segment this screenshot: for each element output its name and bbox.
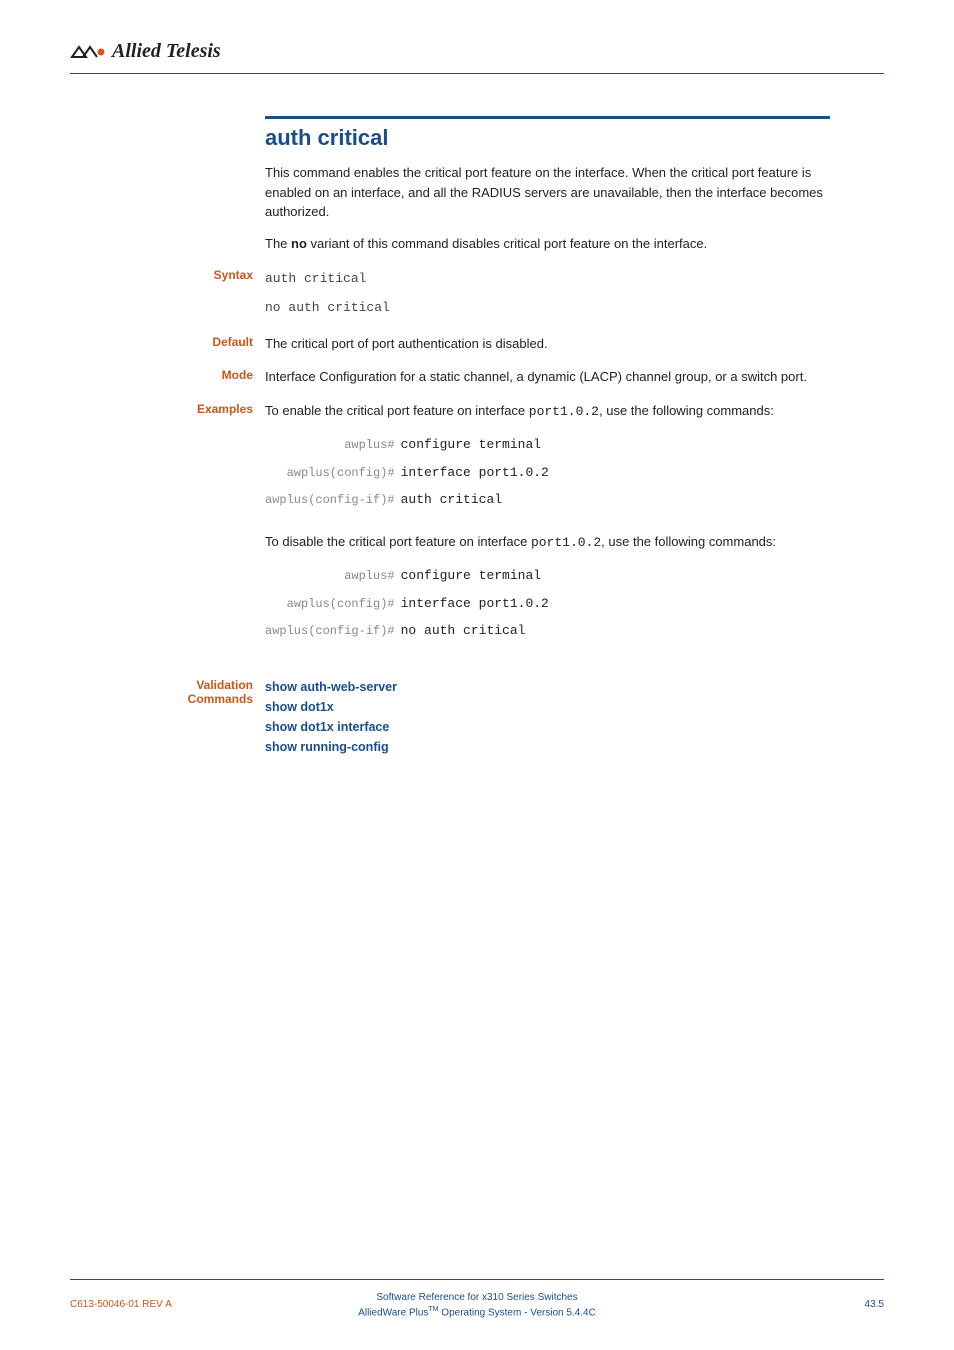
header-divider [70, 73, 884, 74]
intro-paragraph-1: This command enables the critical port f… [265, 163, 830, 222]
footer-page-number: 43.5 [734, 1299, 884, 1310]
footer-divider [70, 1279, 884, 1280]
link-show-dot1x[interactable]: show dot1x [265, 697, 830, 717]
example-intro-2: To disable the critical port feature on … [265, 532, 830, 553]
page-header: Allied Telesis [70, 40, 884, 63]
example-line: awplus(config-if)# no auth critical [265, 617, 549, 645]
section-divider [265, 116, 830, 119]
default-label: Default [70, 334, 265, 349]
intro-block: This command enables the critical port f… [70, 163, 884, 253]
syntax-line-2: no auth critical [265, 296, 830, 319]
brand-name: Allied Telesis [112, 40, 221, 63]
main-content: auth critical This command enables the c… [70, 116, 884, 757]
logo-icon [70, 43, 106, 61]
default-row: Default The critical port of port authen… [70, 334, 884, 354]
syntax-row: Syntax auth critical no auth critical [70, 267, 884, 320]
footer-ref-line: Software Reference for x310 Series Switc… [220, 1290, 734, 1305]
examples-row: Examples To enable the critical port fea… [70, 401, 884, 663]
example-line: awplus# configure terminal [265, 431, 549, 459]
syntax-line-1: auth critical [265, 267, 830, 290]
syntax-label: Syntax [70, 267, 265, 282]
footer-doc-id: C613-50046-01 REV A [70, 1299, 220, 1310]
validation-row: Validation Commands show auth-web-server… [70, 677, 884, 757]
footer-version-line: AlliedWare PlusTM Operating System - Ver… [220, 1305, 734, 1320]
page-footer: C613-50046-01 REV A Software Reference f… [70, 1279, 884, 1320]
example-line: awplus# configure terminal [265, 562, 549, 590]
example-intro-1: To enable the critical port feature on i… [265, 401, 830, 422]
examples-label: Examples [70, 401, 265, 416]
example-block-2: awplus# configure terminal awplus(config… [265, 562, 549, 645]
mode-text: Interface Configuration for a static cha… [265, 367, 830, 387]
mode-row: Mode Interface Configuration for a stati… [70, 367, 884, 387]
mode-label: Mode [70, 367, 265, 382]
link-show-auth-web-server[interactable]: show auth-web-server [265, 677, 830, 697]
validation-label: Validation Commands [70, 677, 265, 706]
link-show-dot1x-interface[interactable]: show dot1x interface [265, 717, 830, 737]
example-line: awplus(config)# interface port1.0.2 [265, 590, 549, 618]
brand-logo: Allied Telesis [70, 40, 221, 63]
link-show-running-config[interactable]: show running-config [265, 737, 830, 757]
example-line: awplus(config)# interface port1.0.2 [265, 459, 549, 487]
example-line: awplus(config-if)# auth critical [265, 486, 549, 514]
example-block-1: awplus# configure terminal awplus(config… [265, 431, 549, 514]
intro-paragraph-2: The no variant of this command disables … [265, 234, 830, 254]
section-heading: auth critical [265, 125, 884, 151]
default-text: The critical port of port authentication… [265, 334, 830, 354]
